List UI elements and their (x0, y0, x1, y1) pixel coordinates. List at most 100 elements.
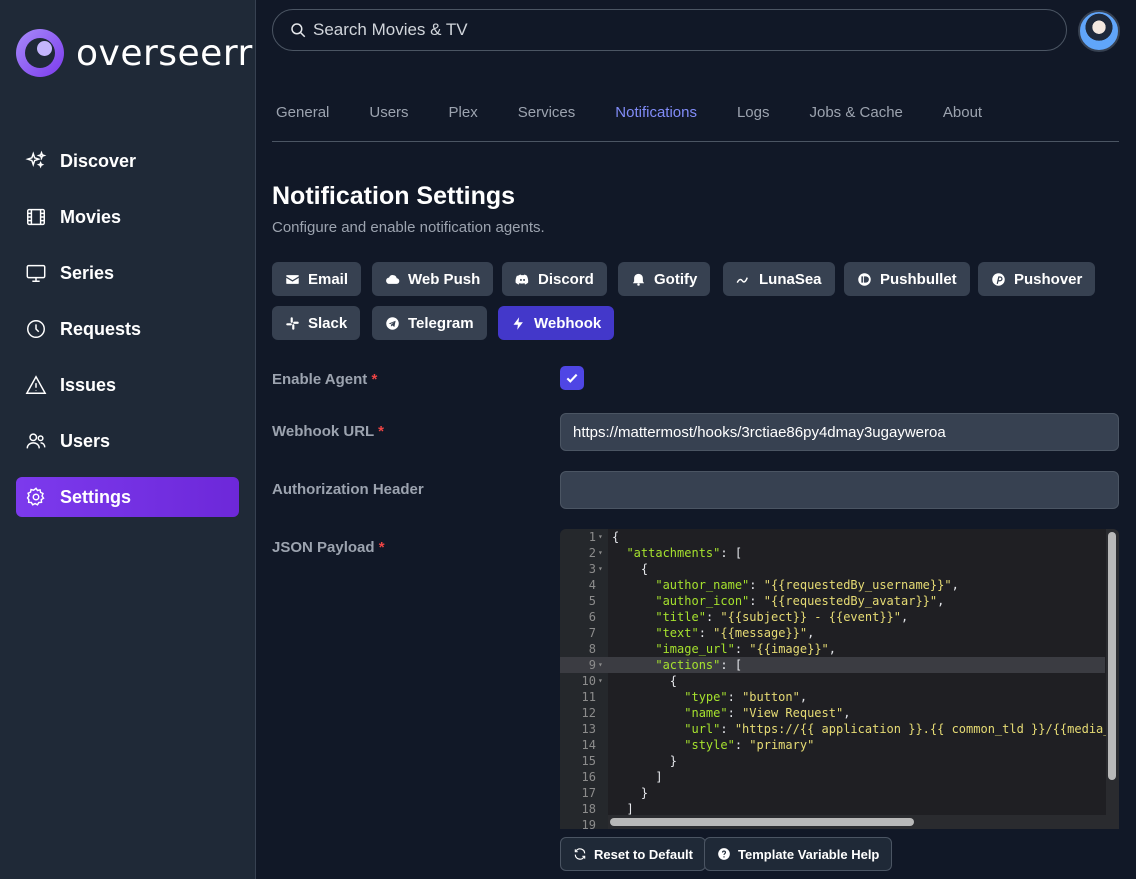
sidebar-item-users[interactable]: Users (16, 421, 239, 461)
json-string: "{{requestedBy_avatar}}" (763, 594, 938, 608)
json-punctuation: , (901, 610, 909, 624)
fold-toggle-icon[interactable]: ▾ (598, 529, 603, 545)
agent-email-button[interactable]: Email (272, 262, 362, 296)
scrollbar-thumb[interactable] (1108, 532, 1116, 780)
search-input[interactable] (313, 20, 1013, 40)
sidebar-item-label: Settings (60, 486, 132, 507)
code-text: "author_name": "{{requestedBy_username}}… (612, 577, 958, 593)
agent-webhook-button[interactable]: Webhook (498, 306, 615, 340)
tab-notifications[interactable]: Notifications (611, 96, 701, 141)
json-punctuation: , (937, 594, 945, 608)
sidebar-nav: Discover Movies Series Requests Issues U… (16, 141, 239, 533)
fold-toggle-icon[interactable]: ▾ (598, 561, 603, 577)
reset-to-default-button[interactable]: Reset to Default (560, 837, 706, 871)
json-punctuation: : [ (720, 546, 743, 560)
code-text: "author_icon": "{{requestedBy_avatar}}", (612, 593, 944, 609)
agent-slack-button[interactable]: Slack (272, 306, 361, 340)
code-text: "attachments": [ (612, 545, 742, 561)
editor-vertical-scrollbar[interactable] (1106, 529, 1119, 829)
question-icon (718, 848, 730, 860)
json-string: "View Request" (742, 706, 844, 720)
search-bar[interactable] (272, 9, 1067, 51)
user-avatar[interactable] (1078, 10, 1120, 52)
help-label: Template Variable Help (738, 846, 880, 862)
tab-services[interactable]: Services (514, 96, 580, 141)
tab-jobs-cache[interactable]: Jobs & Cache (806, 96, 907, 141)
lightning-icon (513, 316, 523, 330)
authorization-header-label: Authorization Header (272, 481, 424, 498)
code-text: { (612, 673, 677, 689)
json-key: "author_name" (655, 578, 750, 592)
warning-icon (25, 375, 47, 394)
app-logo[interactable]: overseerr (16, 28, 253, 78)
sidebar-item-label: Discover (60, 150, 137, 171)
overseerr-logo-icon (16, 29, 64, 77)
fold-toggle-icon[interactable]: ▾ (598, 657, 603, 673)
enable-agent-checkbox[interactable] (560, 366, 584, 390)
sidebar-item-label: Issues (60, 374, 117, 395)
pushbullet-icon (858, 272, 871, 286)
slack-icon (286, 316, 299, 330)
cloud-icon (386, 274, 400, 284)
agent-lunasea-button[interactable]: LunaSea (723, 262, 835, 296)
line-number: 6 (588, 610, 596, 624)
json-key: "type" (684, 690, 728, 704)
discord-icon (515, 274, 529, 284)
webhook-url-input[interactable]: https://mattermost/hooks/3rctiae86py4dma… (560, 413, 1119, 451)
line-number: 4 (588, 578, 596, 592)
json-punctuation: } (669, 754, 678, 768)
agent-pushover-button[interactable]: Pushover (978, 262, 1096, 296)
tab-about[interactable]: About (939, 96, 986, 141)
sidebar-item-movies[interactable]: Movies (16, 197, 239, 237)
json-punctuation: , (843, 706, 851, 720)
line-number: 5 (588, 594, 596, 608)
sidebar-item-series[interactable]: Series (16, 253, 239, 293)
json-punctuation: : (720, 722, 735, 736)
lunasea-icon (736, 276, 748, 283)
refresh-icon (574, 848, 586, 860)
tab-general[interactable]: General (272, 96, 333, 141)
template-variable-help-button[interactable]: Template Variable Help (704, 837, 893, 871)
editor-horizontal-scrollbar[interactable] (608, 815, 1106, 829)
json-key: "title" (655, 610, 706, 624)
agent-label: Pushover (1014, 270, 1083, 288)
agent-webpush-button[interactable]: Web Push (372, 262, 494, 296)
fold-toggle-icon[interactable]: ▾ (598, 545, 603, 561)
line-number: 13 (581, 722, 596, 736)
authorization-header-input[interactable] (560, 471, 1119, 509)
scrollbar-thumb[interactable] (610, 818, 914, 826)
line-number: 7 (588, 626, 596, 640)
tab-plex[interactable]: Plex (445, 96, 482, 141)
json-punctuation: : (734, 642, 750, 656)
agent-gotify-button[interactable]: Gotify (618, 262, 711, 296)
json-key: "attachments" (626, 546, 721, 560)
gear-icon (26, 487, 45, 506)
tab-users[interactable]: Users (365, 96, 412, 141)
fold-toggle-icon[interactable]: ▾ (598, 673, 603, 689)
sidebar-item-settings[interactable]: Settings (16, 477, 239, 517)
json-payload-editor[interactable]: 1 ▾{2 ▾ "attachments": [3 ▾ {4 "author_name… (560, 529, 1119, 829)
agent-telegram-button[interactable]: Telegram (372, 306, 487, 340)
agent-pushbullet-button[interactable]: Pushbullet (844, 262, 970, 296)
json-key: "url" (684, 722, 721, 736)
json-punctuation: ] (655, 770, 663, 784)
line-number: 16 (581, 770, 596, 784)
json-punctuation: : (749, 578, 764, 592)
code-text: "image_url": "{{image}}", (612, 641, 836, 657)
agent-discord-button[interactable]: Discord (502, 262, 607, 296)
sidebar-item-issues[interactable]: Issues (16, 365, 239, 405)
agent-label: Web Push (408, 270, 481, 288)
settings-tabs: General Users Plex Services Notification… (272, 96, 1119, 142)
tab-logs[interactable]: Logs (733, 96, 774, 141)
agent-label: Email (308, 270, 349, 288)
line-number: 15 (581, 754, 596, 768)
sidebar: overseerr Discover Movies Series Request… (0, 0, 256, 879)
agent-label: Webhook (534, 314, 602, 332)
sidebar-item-discover[interactable]: Discover (16, 141, 239, 181)
code-text: } (612, 753, 677, 769)
sidebar-item-requests[interactable]: Requests (16, 309, 239, 349)
required-marker: * (371, 371, 378, 388)
line-number: 18 (581, 802, 596, 816)
code-text: { (612, 529, 619, 545)
code-text: "style": "primary" (612, 737, 814, 753)
